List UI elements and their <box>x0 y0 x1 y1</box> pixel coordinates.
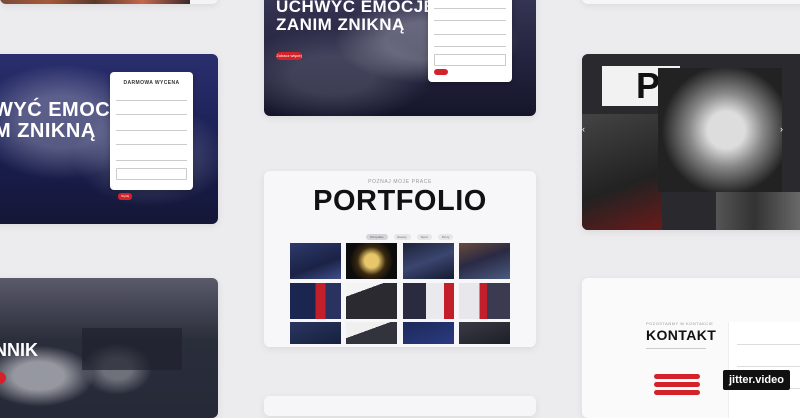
form-textarea[interactable] <box>434 54 506 66</box>
kontakt-email-button[interactable] <box>654 382 700 387</box>
watermark-badge: jitter.video <box>722 370 790 390</box>
form-submit-button[interactable] <box>434 69 448 75</box>
form-submit-label: Wyślij <box>121 194 129 198</box>
portfolio-filter-business[interactable]: Firmy <box>437 234 454 240</box>
kontakt-form-field[interactable] <box>737 344 800 345</box>
form-field[interactable] <box>434 8 506 9</box>
card-bottom-center-partial <box>264 396 536 416</box>
portfolio-thumb[interactable] <box>290 322 341 344</box>
chevron-left-icon[interactable]: ‹ <box>582 124 585 134</box>
card-top-right-partial <box>582 0 800 4</box>
form-field-type[interactable] <box>116 160 187 161</box>
chevron-right-icon[interactable]: › <box>780 124 783 134</box>
form-field[interactable] <box>434 34 506 35</box>
hero-title: UCHWYĆ EMOCJE, ZANIM ZNIKNĄ <box>276 0 441 34</box>
hero-card-left: WYĆ EMOCJE, M ZNIKNĄ DARMOWA WYCENA Wyśl… <box>0 54 218 224</box>
form-message[interactable] <box>116 168 187 180</box>
slider-main-image[interactable] <box>658 68 782 192</box>
quote-form-top <box>428 0 512 82</box>
judo-schedule-table <box>82 328 182 370</box>
portfolio-thumb[interactable] <box>459 322 510 344</box>
quote-form-left: DARMOWA WYCENA Wyślij <box>110 72 193 200</box>
hero-left-description <box>0 144 90 149</box>
hero-cta-button[interactable]: Zobacz więcej <box>276 52 302 60</box>
kontakt-card: POZOSTAŃMY W KONTAKCIE KONTAKT <box>582 278 800 418</box>
kontakt-phone-button[interactable] <box>654 374 700 379</box>
form-field-name[interactable] <box>116 100 187 101</box>
portfolio-filter-events[interactable]: Eventy <box>393 234 411 240</box>
portfolio-thumb[interactable] <box>459 283 510 319</box>
form-field[interactable] <box>434 46 506 47</box>
kontakt-title: KONTAKT <box>646 327 717 343</box>
form-title: DARMOWA WYCENA <box>123 80 180 86</box>
portfolio-thumb[interactable] <box>459 243 510 279</box>
kontakt-eyebrow: POZOSTAŃMY W KONTAKCIE <box>646 321 714 326</box>
form-field-date[interactable] <box>116 144 187 145</box>
judo-card: NNIK <box>0 278 218 418</box>
portfolio-thumb[interactable] <box>346 322 397 344</box>
hero-description <box>276 36 386 41</box>
judo-accent-dot <box>0 372 6 384</box>
judo-title: NNIK <box>0 340 38 360</box>
slider-side-image <box>582 114 662 230</box>
portfolio-thumb[interactable] <box>346 243 397 279</box>
kontakt-social-button[interactable] <box>654 390 700 395</box>
portfolio-thumb[interactable] <box>403 243 454 279</box>
portfolio-thumb[interactable] <box>290 283 341 319</box>
portfolio-filter-all[interactable]: Wszystkie <box>366 234 388 240</box>
form-field-email[interactable] <box>116 114 187 115</box>
hero-title-line1: UCHWYĆ EMOCJE, <box>276 0 441 16</box>
watermark-text: jitter.video <box>728 374 784 386</box>
kontakt-form-field[interactable] <box>737 366 800 367</box>
card-top-left-partial <box>0 0 218 4</box>
portfolio-thumb[interactable] <box>403 322 454 344</box>
slider-grid-image <box>716 192 800 230</box>
portfolio-thumb[interactable] <box>403 283 454 319</box>
hero-cta-label: Zobacz więcej <box>276 53 302 58</box>
portfolio-card: POZNAJ MOJE PRACE PORTFOLIO Wszystkie Ev… <box>264 171 536 347</box>
portfolio-title: PORTFOLIO <box>313 185 487 217</box>
kontakt-description <box>646 348 706 367</box>
portfolio-filters: Wszystkie Eventy Sport Firmy <box>366 234 454 240</box>
slider-card: P ‹ › <box>582 54 800 230</box>
hero-card-top: UCHWYĆ EMOCJE, ZANIM ZNIKNĄ Zobacz więce… <box>264 0 536 116</box>
portfolio-thumb[interactable] <box>290 243 341 279</box>
hero-title-line2: ZANIM ZNIKNĄ <box>276 14 405 34</box>
portfolio-thumb[interactable] <box>346 283 397 319</box>
form-submit-button[interactable]: Wyślij <box>118 193 132 200</box>
form-field-phone[interactable] <box>116 130 187 131</box>
photo-strip <box>0 0 190 4</box>
portfolio-filter-sport[interactable]: Sport <box>416 234 432 240</box>
form-field[interactable] <box>434 20 506 21</box>
